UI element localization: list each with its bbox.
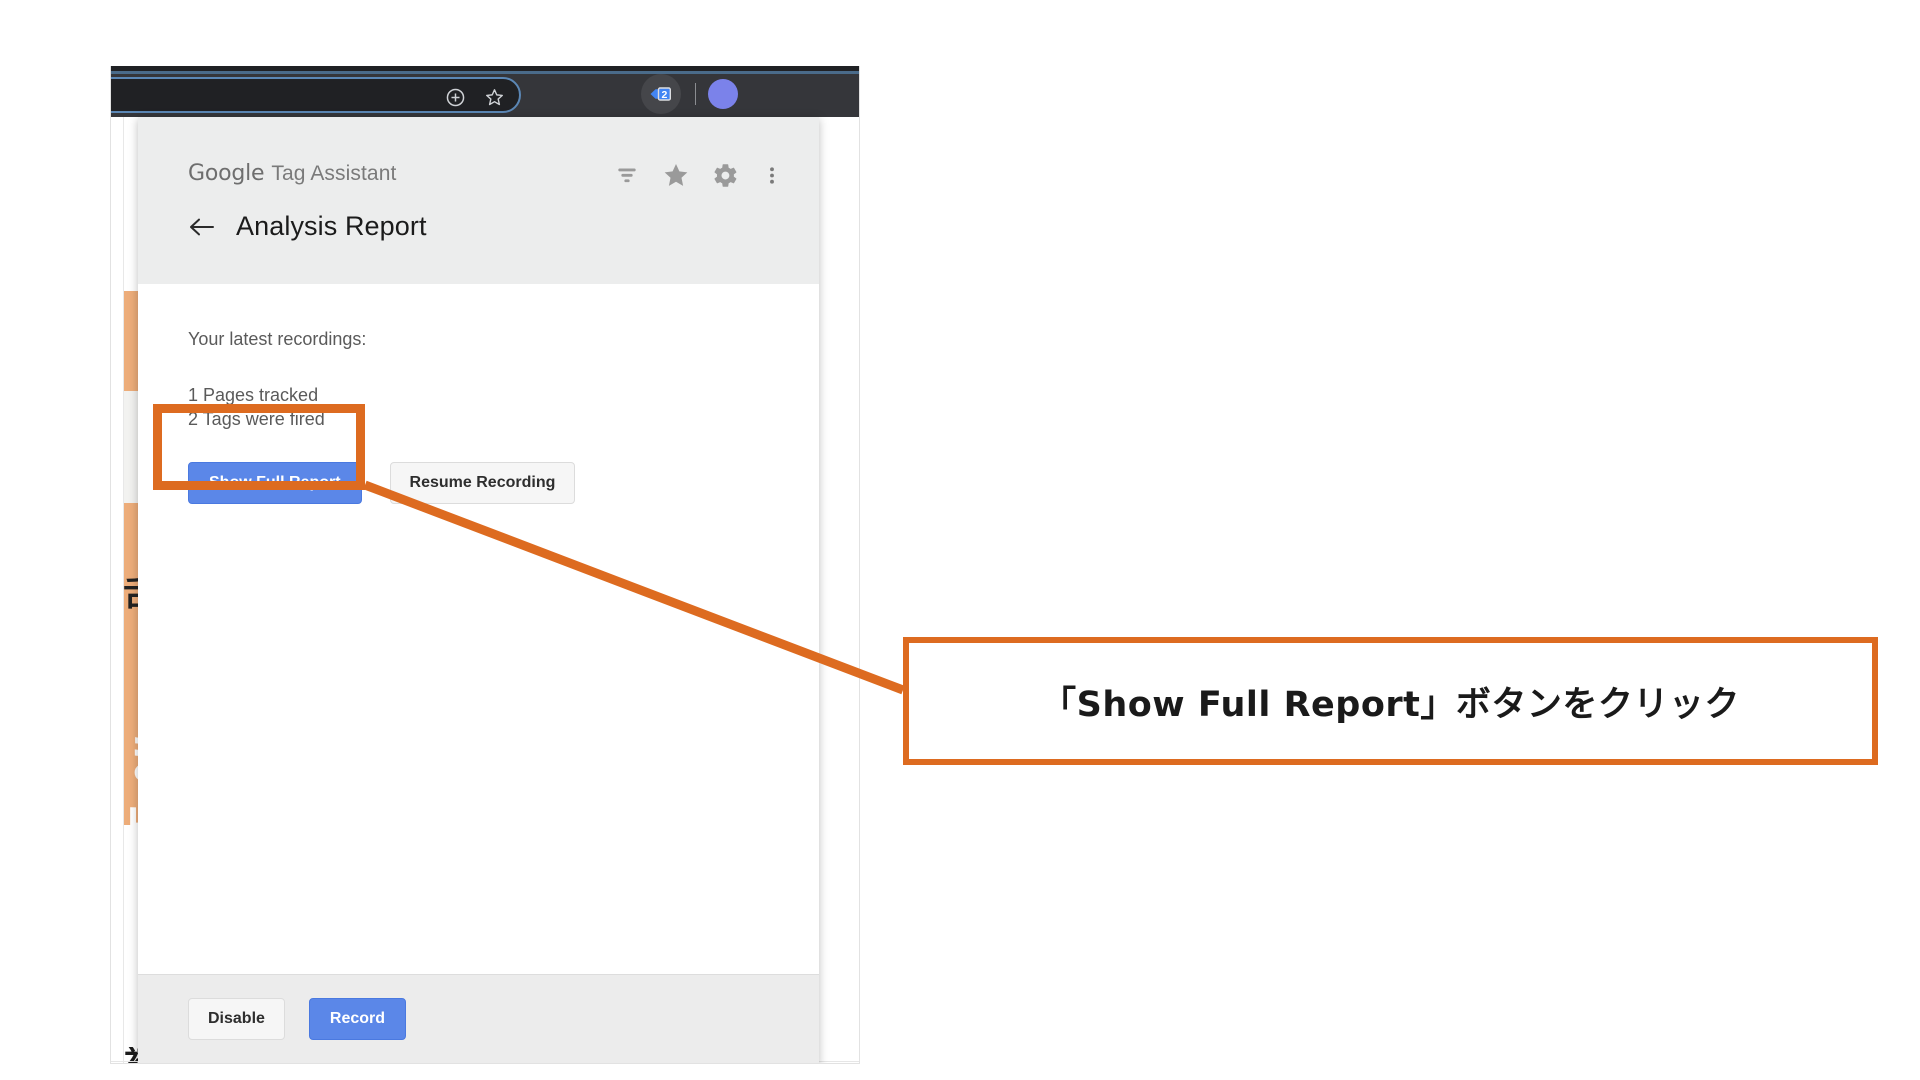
disable-button[interactable]: Disable	[188, 998, 285, 1040]
tag-assistant-extension-button[interactable]: 2	[641, 74, 681, 114]
popup-subheader: Analysis Report	[188, 211, 427, 242]
star-icon[interactable]	[662, 161, 690, 189]
show-full-report-button[interactable]: Show Full Report	[188, 462, 362, 504]
resume-recording-button[interactable]: Resume Recording	[389, 462, 576, 504]
screenshot-stage: 2 舌 ま 版 初 Google	[0, 0, 1920, 1080]
browser-extension-area: 2	[641, 72, 738, 116]
page-title: Analysis Report	[236, 211, 427, 241]
annotation-callout-text: 「Show Full Report」ボタンをクリック	[1041, 684, 1740, 725]
browser-toolbar: 2	[111, 66, 859, 117]
popup-header: Google Tag Assistant Analysis Report	[138, 117, 819, 284]
brand-product-text: Tag Assistant	[271, 161, 397, 185]
popup-header-actions	[614, 161, 783, 189]
brand-logo: Google Tag Assistant	[188, 161, 396, 186]
extension-badge-count: 2	[661, 89, 667, 101]
stat-tags-fired: 2 Tags were fired	[188, 409, 325, 429]
popup-footer: Disable Record	[138, 974, 819, 1063]
record-button[interactable]: Record	[308, 998, 407, 1040]
browser-window: 2 舌 ま 版 初 Google	[110, 66, 860, 1064]
install-app-icon[interactable]	[445, 87, 466, 108]
annotation-callout-box: 「Show Full Report」ボタンをクリック	[903, 637, 1878, 765]
profile-avatar[interactable]	[708, 79, 738, 109]
stat-pages-tracked: 1 Pages tracked	[188, 385, 319, 405]
filter-icon[interactable]	[614, 162, 640, 188]
recordings-label: Your latest recordings:	[188, 329, 367, 349]
popup-body: Your latest recordings: 1 Pages tracked …	[138, 284, 819, 974]
gear-icon[interactable]	[712, 162, 739, 189]
popup-action-row: Show Full Report Resume Recording	[188, 462, 576, 504]
brand-google-text: Google	[188, 161, 265, 186]
tag-assistant-popup: Google Tag Assistant Analysis Report You…	[138, 117, 819, 1063]
active-tab-indicator	[111, 71, 859, 74]
address-bar-icons	[445, 79, 505, 115]
address-bar[interactable]	[111, 77, 521, 115]
bookmark-star-icon[interactable]	[484, 87, 505, 108]
toolbar-divider	[695, 83, 696, 105]
more-vert-icon[interactable]	[761, 162, 783, 189]
tag-assistant-extension-icon: 2	[650, 87, 672, 101]
back-arrow-icon[interactable]	[188, 215, 216, 239]
popup-footer-row: Disable Record	[188, 998, 407, 1040]
